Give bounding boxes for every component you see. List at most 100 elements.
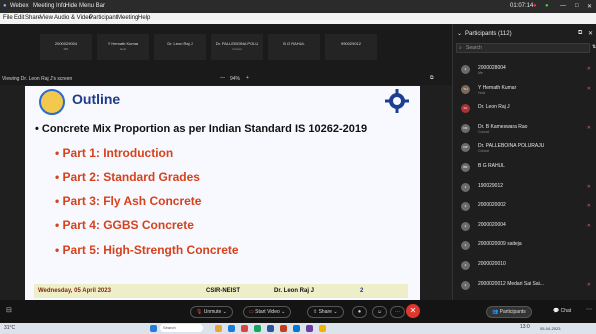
participants-header: ⌄ Participants (112) ⧉ ✕ <box>453 29 596 41</box>
menu-audio-video[interactable]: Audio & Video <box>54 15 92 21</box>
powerpoint-icon[interactable] <box>280 325 287 332</box>
avatar: 2 <box>461 241 470 251</box>
menu-edit[interactable]: Edit <box>14 15 24 21</box>
mic-muted-icon: 🎙 <box>196 309 203 315</box>
menu-meeting[interactable]: Meeting <box>117 15 138 21</box>
close-panel-icon[interactable]: ✕ <box>588 30 593 37</box>
menu-participant[interactable]: Participant <box>89 15 117 21</box>
menu-file[interactable]: File <box>3 15 13 21</box>
slide-part-item: • Part 5: High-Strength Concrete <box>55 243 239 257</box>
participant-row[interactable]: 2 2000020010 <box>453 258 596 276</box>
avatar: 2 <box>461 65 470 74</box>
weather-widget[interactable]: 31°C <box>4 325 15 331</box>
people-icon: 👥 <box>492 309 499 315</box>
slide-part-item: • Part 2: Standard Grades <box>55 170 200 184</box>
edge-icon[interactable] <box>228 325 235 332</box>
participant-name: 2000020004 <box>478 221 506 228</box>
unmute-label: Unmute <box>203 309 222 315</box>
meeting-info-link[interactable]: Meeting Info <box>33 3 66 9</box>
close-window-icon[interactable]: ✕ <box>587 3 592 10</box>
mic-muted-icon: ✕ <box>586 281 591 288</box>
participant-row[interactable]: 2 2000028004 Me ✕ <box>453 62 596 80</box>
slide-part-item: • Part 4: GGBS Concrete <box>55 218 194 232</box>
maximize-icon[interactable]: □ <box>575 3 579 9</box>
video-tile[interactable]: 990029012 <box>325 34 377 60</box>
participant-row[interactable]: YH Y Hemath Kumar Host ✕ <box>453 82 596 100</box>
participant-row[interactable]: 2 2000020009 saiteja <box>453 238 596 256</box>
participant-name: 190029012 <box>478 182 504 189</box>
reactions-button[interactable]: ☺ <box>372 306 387 318</box>
more-options-button[interactable]: ⋯ <box>390 306 405 318</box>
viewing-label: Viewing Dr. Leon Raj J's screen <box>2 76 73 82</box>
more-panels-icon[interactable]: ⋯ <box>586 306 592 313</box>
participant-row[interactable]: 2 2000020002 ✕ <box>453 199 596 217</box>
layout-icon[interactable]: ⊟ <box>6 306 12 314</box>
video-tile[interactable]: Dr. Leon Raj J <box>154 34 206 60</box>
teams-icon[interactable] <box>306 325 313 332</box>
video-tile-role: Host <box>119 47 127 51</box>
participant-row[interactable]: DL Dr. Leon Raj J <box>453 101 596 119</box>
notes-icon[interactable] <box>319 325 326 332</box>
participant-row[interactable]: DP Dr. PALLEBOINA POLURAJU Cohost <box>453 140 596 158</box>
slide-footer: Wednesday, 05 April 2023 CSIR-NEIST Dr. … <box>34 284 408 298</box>
avatar: 2 <box>461 221 470 231</box>
video-strip: 2000029004 MR Y Hemath Kumar Host Dr. Leon… <box>0 24 452 73</box>
participant-row[interactable]: 1 190029012 ✕ <box>453 180 596 198</box>
menu-help[interactable]: Help <box>138 15 150 21</box>
sort-icon[interactable]: ⇅ <box>592 44 596 50</box>
minimize-icon[interactable]: — <box>560 3 566 9</box>
menu-share[interactable]: Share <box>25 15 41 21</box>
start-menu-icon[interactable] <box>150 325 157 332</box>
webex-logo-icon: ● <box>3 3 7 9</box>
leave-meeting-button[interactable]: ✕ <box>406 304 420 318</box>
video-tile-role: Cohost <box>232 47 242 51</box>
taskbar-search-input[interactable]: Search <box>160 324 203 332</box>
slide-main-bullet: • Concrete Mix Proportion as per Indian … <box>35 123 368 135</box>
zoom-in-icon[interactable]: + <box>246 75 249 81</box>
chat-icon: 💬 <box>553 308 560 314</box>
meeting-toolbar: ⊟ 🎙 Unmute ⌄ ▭ Start Video ⌄ ⇪ Share ⌄ ⏺… <box>0 300 596 323</box>
zoom-out-icon[interactable]: — <box>220 75 225 81</box>
participants-button[interactable]: 👥 Participants <box>486 306 532 318</box>
video-tile[interactable]: B G RAHUL <box>268 34 320 60</box>
word-icon[interactable] <box>267 325 274 332</box>
windows-taskbar: 31°C Search 13:0 05-04-2023 <box>0 323 596 334</box>
video-tile-name: 2000029004 <box>54 41 78 46</box>
collapse-chevron-icon[interactable]: ⌄ <box>457 30 462 37</box>
video-tile[interactable]: Y Hemath Kumar Host <box>97 34 149 60</box>
pop-out-icon[interactable]: ⧉ <box>430 75 434 81</box>
recording-icon: ● <box>533 3 537 9</box>
participant-role: Me <box>478 71 483 75</box>
slide-page-number: 2 <box>360 288 364 294</box>
menu-view[interactable]: View <box>40 15 53 21</box>
file-explorer-icon[interactable] <box>215 325 222 332</box>
participant-row[interactable]: BR B G RAHUL <box>453 160 596 178</box>
share-icon: ⇪ <box>313 309 318 315</box>
share-viewing-bar: Viewing Dr. Leon Raj J's screen — 94% + … <box>0 73 452 85</box>
slide-date: Wednesday, 05 April 2023 <box>38 288 111 294</box>
video-tile-name: B G RAHUL <box>283 41 305 46</box>
participant-search-input[interactable]: ⌕ Search <box>456 43 590 53</box>
record-button[interactable]: ⏺ <box>352 306 367 318</box>
chat-button[interactable]: 💬 Chat <box>548 306 576 316</box>
mic-muted-icon: ✕ <box>586 203 591 210</box>
participant-row[interactable]: DK Dr. B Kameswara Rao Cohost ✕ <box>453 121 596 139</box>
participant-row[interactable]: 2 2000020004 ✕ <box>453 219 596 237</box>
excel-icon[interactable] <box>254 325 261 332</box>
mic-muted-icon: ✕ <box>586 124 591 131</box>
avatar: YH <box>461 84 470 94</box>
avatar: 2 <box>461 261 470 270</box>
zoom-level: 94% <box>230 76 241 82</box>
hide-menu-bar-button[interactable]: Hide Menu Bar <box>65 3 105 9</box>
unmute-button[interactable]: 🎙 Unmute ⌄ <box>190 306 233 318</box>
participant-row[interactable]: 2 2000020012 Medari Sai Sai... ✕ <box>453 278 596 296</box>
menu-bar: File Edit Share View Audio & Video Parti… <box>0 13 596 24</box>
start-video-button[interactable]: ▭ Start Video ⌄ <box>243 306 292 318</box>
webex-taskbar-icon[interactable] <box>293 325 300 332</box>
video-tile[interactable]: 2000029004 MR <box>40 34 92 60</box>
chrome-icon[interactable] <box>241 325 248 332</box>
popout-panel-icon[interactable]: ⧉ <box>578 30 582 37</box>
connection-icon: ● <box>545 3 549 9</box>
video-tile[interactable]: Dr. PALLEBOINA POLU Cohost <box>211 34 263 60</box>
share-button[interactable]: ⇪ Share ⌄ <box>307 306 344 318</box>
